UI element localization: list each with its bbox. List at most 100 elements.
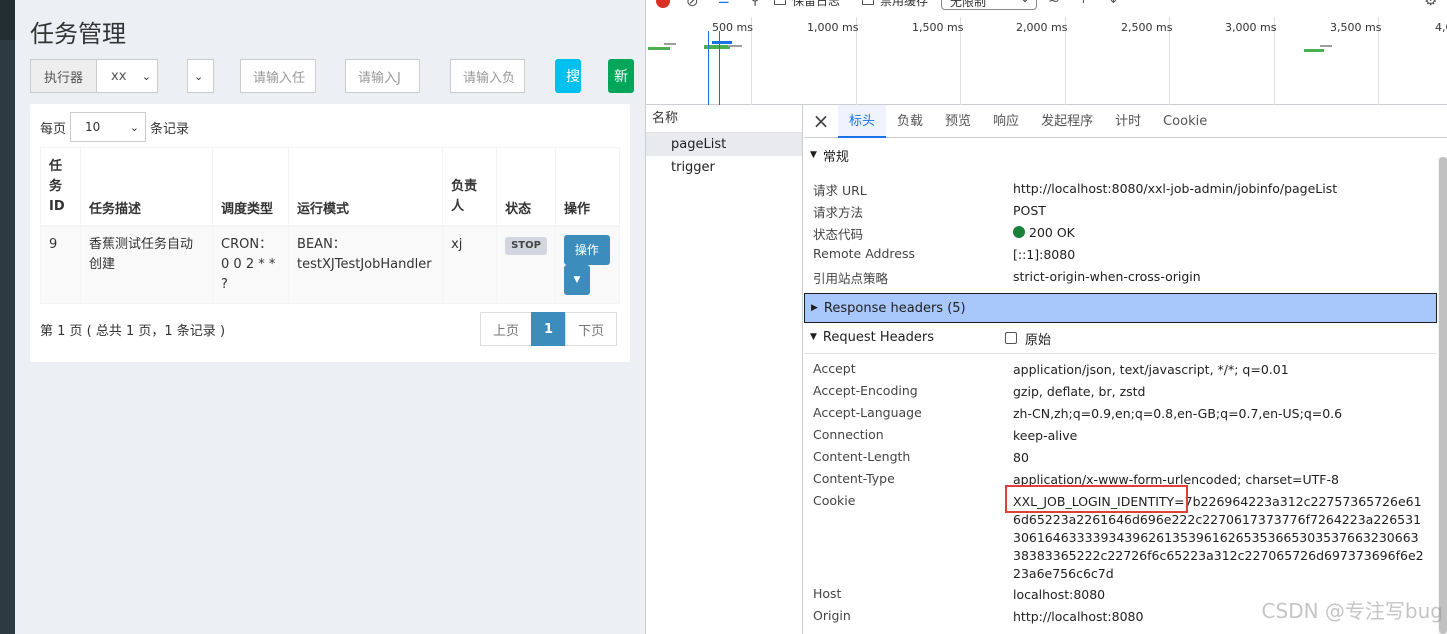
general-section-toggle[interactable]: ▼ 常规 (804, 141, 1437, 169)
dom-content-loaded-marker (708, 31, 709, 105)
sidebar-strip (0, 0, 15, 634)
preserve-log-checkbox[interactable] (774, 0, 786, 5)
request-detail: × 标头 负载 预览 响应 发起程序 计时 Cookie ▼ 常规 请求 URL h… (804, 104, 1447, 634)
cell-op: 操作 ▼ (554, 225, 621, 304)
scrollbar-thumb[interactable] (1439, 157, 1447, 634)
job-list-box: 每页 10 ⌄ 条记录 任务ID 任务描述 调度类型 运行模式 负责人 状态 操… (30, 104, 630, 362)
table-row: 9 香蕉测试任务自动创建 CRON：0 0 2 * * ? BEAN：testX… (40, 225, 621, 304)
operate-dropdown-toggle[interactable]: ▼ (563, 264, 590, 295)
next-page-button[interactable]: 下页 (565, 312, 618, 346)
operate-button[interactable]: 操作 (563, 234, 610, 265)
triangle-right-icon: ▶ (811, 303, 818, 313)
tab-payload[interactable]: 负载 (886, 105, 934, 138)
timeline-bar (728, 45, 742, 47)
request-list: 名称 pageList trigger (646, 105, 803, 634)
chevron-down-icon: ⌄ (194, 69, 204, 83)
preserve-log-label: 保留日志 (792, 0, 841, 8)
search-button[interactable]: 搜索 (555, 59, 581, 93)
status-ok-icon (1013, 226, 1025, 238)
cell-mode: BEAN：testXJTestJobHandler (288, 225, 444, 304)
section-title: 常规 (822, 149, 849, 165)
tab-timing[interactable]: 计时 (1104, 105, 1152, 138)
name-column-header[interactable]: 名称 (646, 105, 802, 133)
tab-preview[interactable]: 预览 (934, 105, 982, 138)
network-toolbar: ⊘ ☰ ⚲ 保留日志 禁用缓存 无限制 ⌄ ≈ ↑ ↓ ⚙ (646, 0, 1447, 12)
timeline-bar (664, 43, 676, 45)
col-header-op: 操作 (554, 147, 621, 227)
throttle-value: 无限制 (950, 0, 987, 9)
col-header-id[interactable]: 任务ID (40, 147, 81, 227)
disable-cache-label: 禁用缓存 (880, 0, 929, 8)
tick-label: 2,500 ms (1121, 21, 1173, 34)
tick-label: 3,500 ms (1330, 21, 1382, 34)
col-header-owner[interactable]: 负责人 (442, 147, 498, 227)
request-headers-toggle[interactable]: ▼ Request Headers 原始 (804, 323, 1437, 351)
per-page-value: 10 (85, 120, 101, 134)
clear-icon[interactable]: ⊘ (686, 0, 699, 10)
col-header-desc[interactable]: 任务描述 (79, 147, 214, 227)
download-icon[interactable]: ↓ (1108, 0, 1119, 7)
owner-input[interactable]: 请输入负 (450, 59, 525, 93)
tab-cookies[interactable]: Cookie (1152, 105, 1218, 138)
load-event-marker (719, 31, 720, 105)
prev-page-button[interactable]: 上页 (480, 312, 533, 346)
request-item[interactable]: trigger (646, 156, 802, 179)
close-icon[interactable]: × (804, 109, 838, 133)
network-conditions-icon[interactable]: ≈ (1048, 0, 1060, 8)
triangle-down-icon: ▼ (810, 150, 817, 160)
raw-checkbox[interactable] (1005, 332, 1017, 344)
cell-schedule: CRON：0 0 2 * * ? (212, 225, 290, 304)
gear-icon[interactable]: ⚙ (1424, 0, 1437, 9)
tick-label: 2,000 ms (1016, 21, 1068, 34)
search-icon[interactable]: ⚲ (750, 0, 760, 8)
pagination: 上页 1 下页 (480, 312, 618, 346)
tick-label: 4,0 (1435, 21, 1447, 34)
cell-owner: xj (442, 225, 498, 304)
disable-cache-checkbox[interactable] (862, 0, 874, 5)
cell-id: 9 (40, 225, 81, 304)
page-title: 任务管理 (30, 20, 126, 48)
raw-label: 原始 (1025, 333, 1052, 348)
timeline-bar (1304, 49, 1324, 52)
job-desc-input[interactable]: 请输入任 (240, 59, 316, 93)
job-table: 任务ID 任务描述 调度类型 运行模式 负责人 状态 操作 9 香蕉测试任务自动… (40, 147, 621, 304)
response-headers-toggle[interactable]: ▶ Response headers (5) (804, 293, 1437, 323)
schedule-type-select[interactable]: ⌄ (187, 59, 214, 93)
per-page-select[interactable]: 10 ⌄ (70, 112, 147, 142)
status-text: 200 OK (1029, 225, 1075, 240)
devtools-network-panel: ⊘ ☰ ⚲ 保留日志 禁用缓存 无限制 ⌄ ≈ ↑ ↓ ⚙ 500 ms 1,00… (645, 0, 1447, 634)
highlight-box (1005, 485, 1188, 513)
chevron-down-icon: ⌄ (1020, 0, 1030, 5)
chevron-down-icon: ⌄ (129, 120, 140, 134)
per-page-suffix: 条记录 (150, 121, 190, 137)
pagination-info: 第 1 页 ( 总共 1 页，1 条记录 ) (40, 324, 226, 339)
per-page-control: 每页 10 ⌄ 条记录 (40, 112, 189, 142)
add-button[interactable]: 新 (608, 59, 634, 93)
job-handler-input[interactable]: 请输入J (345, 59, 420, 93)
executor-value: xx (111, 68, 127, 84)
filter-icon[interactable]: ☰ (718, 0, 730, 7)
per-page-prefix: 每页 (40, 121, 67, 137)
upload-icon[interactable]: ↑ (1078, 0, 1089, 7)
col-header-schedule[interactable]: 调度类型 (212, 147, 290, 227)
cell-desc: 香蕉测试任务自动创建 (79, 225, 214, 304)
cell-status: STOP (496, 225, 556, 304)
triangle-down-icon: ▼ (810, 332, 817, 342)
status-badge: STOP (505, 236, 547, 255)
col-header-status[interactable]: 状态 (496, 147, 556, 227)
chevron-down-icon: ⌄ (141, 69, 151, 83)
tab-response[interactable]: 响应 (982, 105, 1030, 138)
network-timeline[interactable]: 500 ms 1,000 ms 1,500 ms 2,000 ms 2,500 … (646, 17, 1447, 105)
tab-headers[interactable]: 标头 (838, 104, 887, 138)
throttle-select[interactable]: 无限制 ⌄ (941, 0, 1037, 10)
timeline-bar (712, 41, 732, 44)
col-header-mode[interactable]: 运行模式 (288, 147, 444, 227)
request-item[interactable]: pageList (646, 133, 802, 156)
timeline-bar (648, 47, 670, 50)
page-1-button[interactable]: 1 (531, 312, 567, 346)
tab-initiator[interactable]: 发起程序 (1030, 105, 1104, 138)
executor-select[interactable]: xx ⌄ (96, 59, 158, 93)
record-icon[interactable] (656, 0, 670, 8)
executor-label: 执行器 (30, 59, 97, 93)
scrollbar[interactable] (1438, 157, 1447, 634)
